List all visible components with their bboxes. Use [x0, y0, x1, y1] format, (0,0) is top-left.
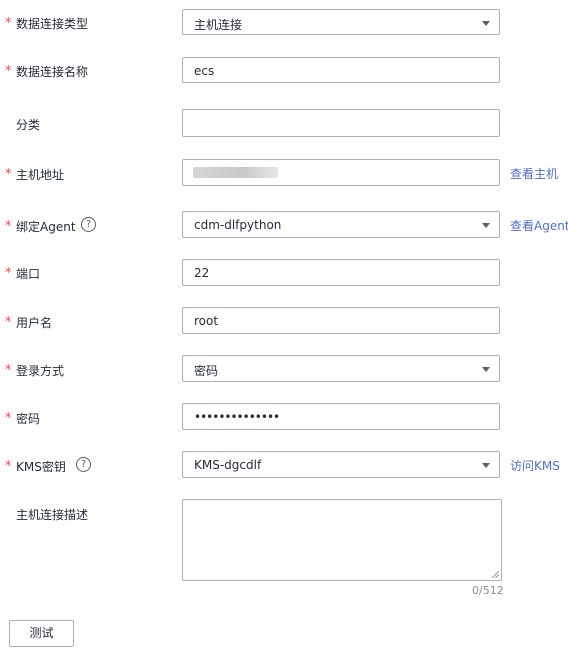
help-icon[interactable]: ? [81, 217, 96, 232]
login-method-value: 密码 [194, 364, 219, 378]
connection-type-label: 数据连接类型 [16, 17, 89, 31]
bind-agent-value: cdm-dlfpython [194, 218, 282, 232]
chevron-down-icon [482, 367, 490, 372]
connection-type-value: 主机连接 [194, 18, 243, 32]
host-address-input[interactable] [182, 159, 500, 186]
category-input[interactable] [182, 109, 500, 137]
kms-key-select[interactable]: KMS-dgcdlf [182, 451, 500, 478]
login-method-label: 登录方式 [16, 364, 65, 378]
username-input[interactable]: root [182, 307, 500, 334]
bind-agent-select[interactable]: cdm-dlfpython [182, 211, 500, 238]
form-row-username: * 用户名 root [0, 307, 568, 335]
visit-kms-link[interactable]: 访问KMS [510, 457, 560, 474]
port-input[interactable]: 22 [182, 259, 500, 286]
connection-name-value: ecs [194, 64, 215, 78]
char-counter: 0/512 [472, 584, 504, 597]
username-value: root [194, 314, 219, 328]
form-row-port: * 端口 22 [0, 259, 568, 287]
chevron-down-icon [482, 463, 490, 468]
port-label: 端口 [16, 267, 41, 281]
required-mark: * [5, 266, 12, 281]
test-button[interactable]: 测试 [9, 620, 74, 647]
required-mark: * [5, 411, 12, 426]
form-row-login-method: * 登录方式 密码 [0, 355, 568, 383]
description-label: 主机连接描述 [16, 508, 89, 522]
form-row-connection-name: * 数据连接名称 ecs [0, 57, 568, 85]
connection-type-select[interactable]: 主机连接 [182, 9, 500, 35]
redacted-host-address [193, 167, 278, 178]
password-value: •••••••••••••• [194, 410, 280, 424]
form-row-host-address: * 主机地址 查看主机 [0, 159, 568, 187]
form-row-connection-type: * 数据连接类型 主机连接 [0, 9, 568, 37]
password-input[interactable]: •••••••••••••• [182, 403, 500, 430]
port-value: 22 [194, 266, 210, 280]
help-icon[interactable]: ? [76, 457, 91, 472]
resize-handle-icon[interactable] [492, 571, 499, 578]
form-row-category: 分类 [0, 109, 568, 137]
category-label: 分类 [16, 118, 41, 132]
required-mark: * [5, 363, 12, 378]
form-row-bind-agent: * 绑定Agent ? cdm-dlfpython 查看Agent [0, 211, 568, 239]
connection-name-label: 数据连接名称 [16, 65, 89, 79]
host-address-label: 主机地址 [16, 168, 65, 182]
connection-name-input[interactable]: ecs [182, 57, 500, 83]
login-method-select[interactable]: 密码 [182, 355, 500, 382]
username-label: 用户名 [16, 316, 53, 330]
required-mark: * [5, 16, 12, 31]
bind-agent-label: 绑定Agent [16, 220, 76, 234]
chevron-down-icon [482, 21, 490, 26]
required-mark: * [5, 315, 12, 330]
form-row-password: * 密码 •••••••••••••• [0, 403, 568, 431]
password-label: 密码 [16, 412, 41, 426]
required-mark: * [5, 459, 12, 474]
required-mark: * [5, 64, 12, 79]
kms-key-value: KMS-dgcdlf [194, 458, 262, 472]
required-mark: * [5, 167, 12, 182]
view-host-link[interactable]: 查看主机 [510, 165, 558, 182]
description-textarea[interactable] [182, 499, 502, 581]
required-mark: * [5, 219, 12, 234]
kms-key-label: KMS密钥 [16, 460, 66, 474]
chevron-down-icon [482, 223, 490, 228]
view-agent-link[interactable]: 查看Agent [510, 217, 568, 234]
form-row-kms-key: * KMS密钥 ? KMS-dgcdlf 访问KMS [0, 451, 568, 479]
